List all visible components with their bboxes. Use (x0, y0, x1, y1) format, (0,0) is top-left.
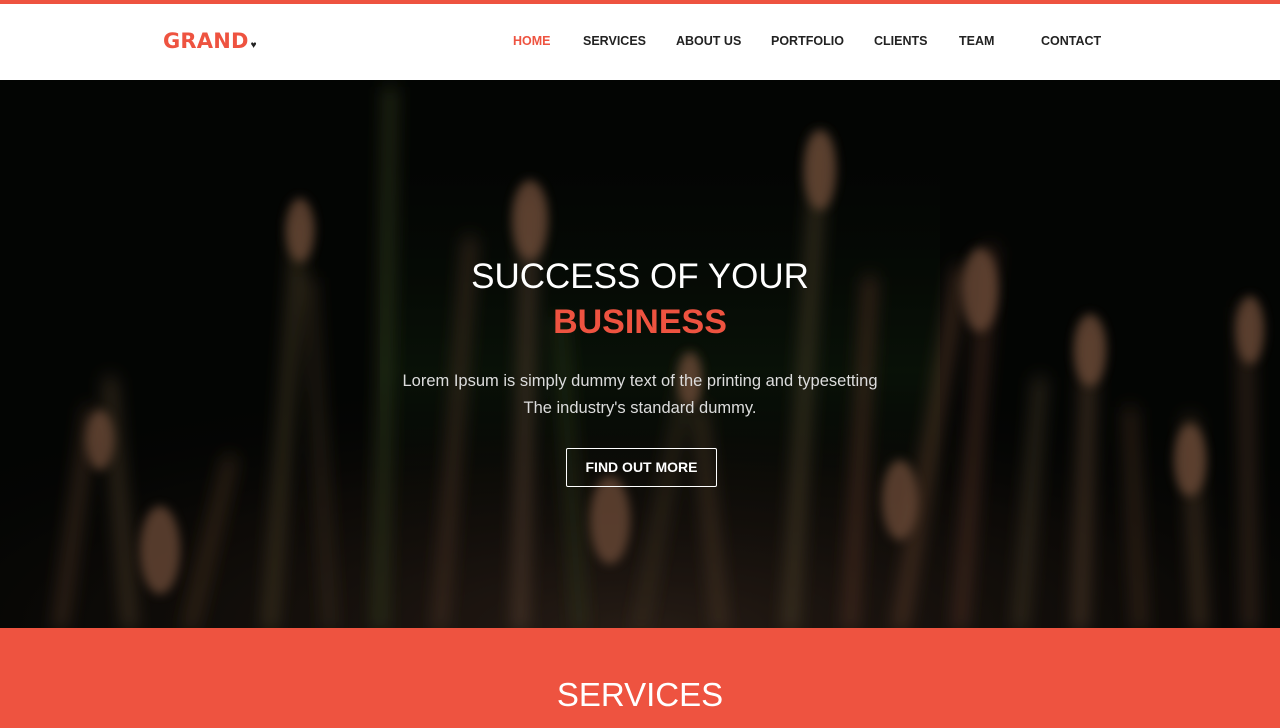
hero-content: SUCCESS OF YOUR BUSINESS Lorem Ipsum is … (0, 80, 1280, 628)
nav-item-about-us[interactable]: ABOUT US (676, 33, 741, 49)
main-nav: HOME SERVICES ABOUT US PORTFOLIO CLIENTS… (0, 4, 1280, 80)
hero-section: SUCCESS OF YOUR BUSINESS Lorem Ipsum is … (0, 80, 1280, 628)
navbar: GRAND ♥ HOME SERVICES ABOUT US PORTFOLIO… (0, 4, 1280, 80)
hero-description-line: The industry's standard dummy. (523, 399, 757, 417)
hero-highlight: BUSINESS (553, 303, 727, 341)
nav-item-home[interactable]: HOME (513, 33, 551, 49)
hero-description-line: Lorem Ipsum is simply dummy text of the … (402, 372, 878, 390)
services-title: SERVICES (556, 676, 724, 713)
nav-item-team[interactable]: TEAM (959, 33, 994, 49)
nav-item-portfolio[interactable]: PORTFOLIO (771, 33, 844, 49)
nav-item-clients[interactable]: CLIENTS (874, 33, 927, 49)
hero-description: Lorem Ipsum is simply dummy text of the … (0, 368, 1280, 422)
nav-item-contact[interactable]: CONTACT (1041, 33, 1101, 49)
find-out-more-button[interactable]: FIND OUT MORE (566, 448, 717, 487)
services-section: SERVICES (0, 628, 1280, 728)
nav-item-services[interactable]: SERVICES (583, 33, 646, 49)
hero-title: SUCCESS OF YOUR (471, 257, 809, 296)
